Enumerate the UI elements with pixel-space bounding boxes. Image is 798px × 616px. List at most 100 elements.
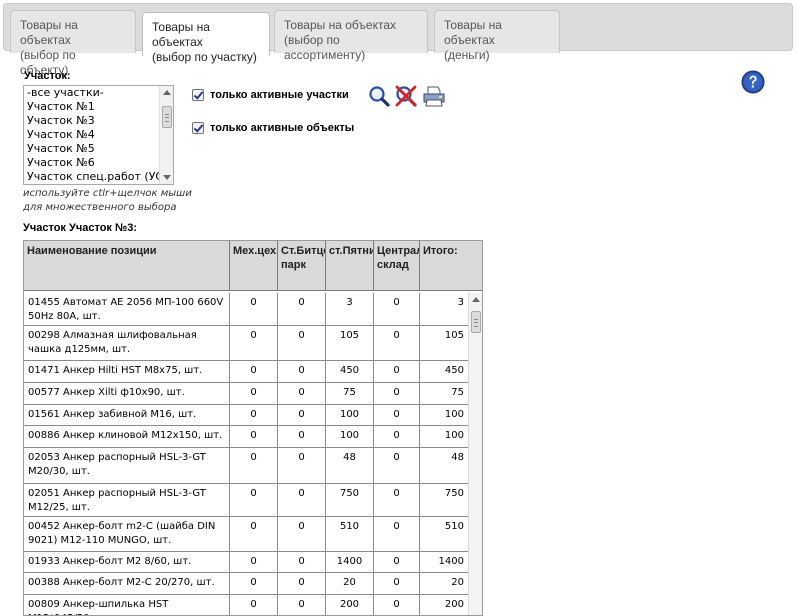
table-row[interactable]: 00452 Анкер-болт m2-C (шайба DIN 9021) M…	[24, 517, 468, 552]
cell-central: 0	[374, 293, 420, 325]
scroll-thumb[interactable]	[162, 106, 172, 128]
cell-pyatnitskaya: 450	[326, 361, 374, 382]
cell-name: 00886 Анкер клиновой М12х150, шт.	[24, 426, 230, 447]
active-sites-label[interactable]: только активные участки	[210, 89, 349, 101]
cell-bitsa: 0	[278, 383, 326, 404]
site-options: -все участки- Участок №1 Участок №3 Учас…	[24, 86, 159, 184]
column-header-name[interactable]: Наименование позиции	[24, 241, 230, 291]
cell-bitsa: 0	[278, 426, 326, 447]
tab-by-object[interactable]: Товары на объектах (выбор по объекту)	[10, 10, 136, 77]
cell-total: 100	[444, 430, 464, 441]
site-option[interactable]: Участок №1	[24, 100, 159, 114]
cell-name: 02051 Анкер распорный HSL-3-GT M12/25, ш…	[24, 484, 230, 516]
tab-label-line1: Товары на объектах	[444, 18, 502, 47]
table-scrollbar[interactable]	[468, 293, 482, 615]
site-option[interactable]: Участок №6	[24, 156, 159, 170]
scroll-thumb[interactable]	[471, 311, 481, 333]
cell-bitsa: 0	[278, 361, 326, 382]
cell-name: 00388 Анкер-болт М2-С 20/270, шт.	[24, 573, 230, 594]
site-list-scrollbar[interactable]	[159, 86, 173, 184]
active-sites-checkbox[interactable]	[192, 89, 204, 101]
cell-mech: 0	[230, 426, 278, 447]
cell-bitsa: 0	[278, 595, 326, 615]
cell-central: 0	[374, 552, 420, 572]
site-option[interactable]: Участок №5	[24, 142, 159, 156]
cell-pyatnitskaya: 200	[326, 595, 374, 615]
table-row[interactable]: 01455 Автомат АЕ 2056 МП-100 660V 50Hz 8…	[24, 293, 468, 326]
cell-pyatnitskaya: 3	[326, 293, 374, 325]
active-objects-checkbox-row[interactable]: только активные объекты	[192, 121, 354, 135]
table-row[interactable]: 02053 Анкер распорный HSL-3-GT M20/30, ш…	[24, 448, 468, 484]
cell-name: 00577 Анкер Xilti ф10х90, шт.	[24, 383, 230, 404]
cell-name: 01561 Анкер забивной М16, шт.	[24, 405, 230, 425]
cell-name: 01455 Автомат АЕ 2056 МП-100 660V 50Hz 8…	[24, 293, 230, 325]
column-header-pyatnitskaya[interactable]: ст.Пятницкая	[326, 241, 374, 291]
site-select-label: Участок:	[24, 70, 71, 82]
table-row[interactable]: 01561 Анкер забивной М16, шт. 0 0 100 0 …	[24, 405, 468, 426]
site-multiselect[interactable]: -все участки- Участок №1 Участок №3 Учас…	[23, 85, 174, 185]
clear-filter-icon[interactable]	[394, 84, 418, 108]
table-row[interactable]: 00388 Анкер-болт М2-С 20/270, шт. 0 0 20…	[24, 573, 468, 595]
cell-total: 450	[444, 365, 464, 376]
cell-pyatnitskaya: 105	[326, 326, 374, 360]
scroll-up-arrow-icon[interactable]	[472, 297, 480, 302]
help-icon[interactable]	[741, 70, 765, 94]
table-row[interactable]: 01933 Анкер-болт М2 8/60, шт. 0 0 1400 0…	[24, 552, 468, 573]
cell-total: 510	[444, 521, 464, 532]
column-header-total[interactable]: Итого:	[420, 241, 482, 291]
cell-bitsa: 0	[278, 552, 326, 572]
cell-pyatnitskaya: 48	[326, 448, 374, 483]
cell-name: 00809 Анкер-шпилька HST M12*145/50,	[24, 595, 230, 615]
tab-by-assortment[interactable]: Товары на объектах (выбор по ассортимент…	[274, 10, 428, 62]
tab-by-site[interactable]: Товары на объектах (выбор по участку)	[142, 12, 270, 64]
section-title: Участок Участок №3:	[23, 222, 138, 234]
table-row[interactable]: 00298 Алмазная шлифовальная чашка д125мм…	[24, 326, 468, 361]
scroll-up-arrow-icon[interactable]	[163, 90, 171, 95]
cell-central: 0	[374, 595, 420, 615]
column-header-central[interactable]: Центральный склад	[374, 241, 420, 291]
cell-central: 0	[374, 517, 420, 551]
cell-pyatnitskaya: 100	[326, 426, 374, 447]
cell-pyatnitskaya: 100	[326, 405, 374, 425]
table-row[interactable]: 00577 Анкер Xilti ф10х90, шт. 0 0 75 0 7…	[24, 383, 468, 405]
active-objects-checkbox[interactable]	[192, 122, 204, 134]
table-row[interactable]: 01471 Анкер Hilti HST M8x75, шт. 0 0 450…	[24, 361, 468, 383]
cell-total: 3	[457, 297, 464, 308]
cell-mech: 0	[230, 573, 278, 594]
cell-bitsa: 0	[278, 517, 326, 551]
multiselect-hint: используйте ctlr+щелчок мыши для множест…	[23, 188, 192, 213]
cell-total: 750	[444, 488, 464, 499]
cell-total: 200	[444, 599, 464, 610]
tab-bar: Товары на объектах (выбор по объекту) То…	[3, 3, 793, 77]
cell-mech: 0	[230, 293, 278, 325]
active-sites-checkbox-row[interactable]: только активные участки	[192, 88, 349, 102]
site-option[interactable]: Участок №4	[24, 128, 159, 142]
cell-name: 00298 Алмазная шлифовальная чашка д125мм…	[24, 326, 230, 360]
stock-table: Наименование позиции Мех.цех. Ст.Битцевс…	[23, 240, 483, 616]
active-objects-label[interactable]: только активные объекты	[210, 122, 354, 134]
cell-mech: 0	[230, 552, 278, 572]
cell-total: 20	[451, 577, 464, 588]
cell-mech: 0	[230, 448, 278, 483]
cell-central: 0	[374, 361, 420, 382]
table-body: 01455 Автомат АЕ 2056 МП-100 660V 50Hz 8…	[24, 293, 468, 615]
cell-mech: 0	[230, 595, 278, 615]
table-row[interactable]: 02051 Анкер распорный HSL-3-GT M12/25, ш…	[24, 484, 468, 517]
site-option[interactable]: -все участки-	[24, 86, 159, 100]
tab-label-line2: (выбор по участку)	[152, 50, 257, 64]
cell-pyatnitskaya: 20	[326, 573, 374, 594]
cell-central: 0	[374, 426, 420, 447]
site-option[interactable]: Участок спец.работ (УСР	[24, 170, 159, 184]
scroll-down-arrow-icon[interactable]	[163, 175, 171, 180]
table-row[interactable]: 00809 Анкер-шпилька HST M12*145/50, 0 0 …	[24, 595, 468, 615]
column-header-mech[interactable]: Мех.цех.	[230, 241, 278, 291]
table-row[interactable]: 00886 Анкер клиновой М12х150, шт. 0 0 10…	[24, 426, 468, 448]
column-header-bitsa[interactable]: Ст.Битцевский парк	[278, 241, 326, 291]
site-option[interactable]: Участок №3	[24, 114, 159, 128]
cell-name: 02053 Анкер распорный HSL-3-GT M20/30, ш…	[24, 448, 230, 483]
print-icon[interactable]	[422, 84, 446, 108]
tab-money[interactable]: Товары на объектах (деньги)	[434, 10, 560, 62]
cell-total: 1400	[438, 556, 464, 567]
cell-name: 01933 Анкер-болт М2 8/60, шт.	[24, 552, 230, 572]
search-icon[interactable]	[367, 84, 391, 108]
